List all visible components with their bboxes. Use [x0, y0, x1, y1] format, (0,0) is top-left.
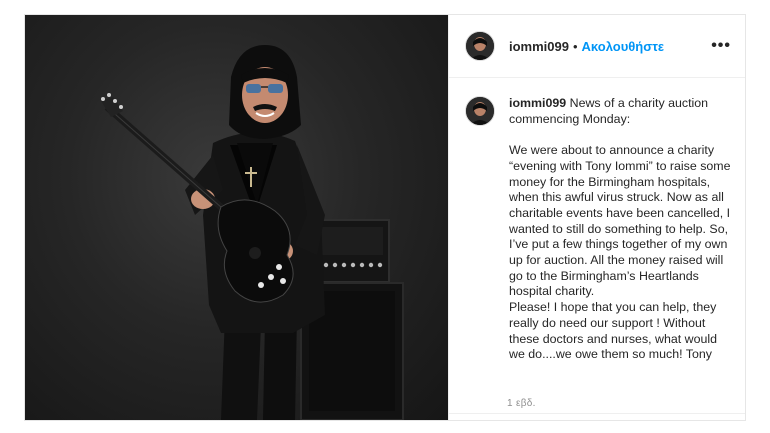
- caption-text: News of a charity auction commencing Mon…: [509, 96, 731, 362]
- separator-dot: •: [572, 38, 578, 54]
- guitarist-photo: [101, 45, 404, 420]
- divider: [449, 413, 745, 414]
- instagram-post: iommi099 • Ακολουθήστε ••• iommi099 News…: [24, 14, 746, 421]
- post-photo[interactable]: [25, 15, 448, 420]
- post-caption: iommi099 News of a charity auction comme…: [449, 78, 745, 363]
- post-header: iommi099 • Ακολουθήστε •••: [449, 15, 745, 78]
- more-horizontal-icon[interactable]: •••: [711, 37, 731, 55]
- avatar[interactable]: [465, 31, 495, 61]
- avatar-image: [466, 32, 494, 60]
- post-sidebar: iommi099 • Ακολουθήστε ••• iommi099 News…: [448, 15, 745, 420]
- username-link[interactable]: iommi099: [509, 39, 569, 54]
- post-timestamp[interactable]: 1 εβδ.: [507, 398, 536, 409]
- caption-avatar-image: [466, 97, 494, 125]
- follow-button[interactable]: Ακολουθήστε: [582, 39, 665, 54]
- caption-text-block: iommi099 News of a charity auction comme…: [509, 96, 731, 363]
- caption-avatar[interactable]: [465, 96, 495, 126]
- caption-username[interactable]: iommi099: [509, 96, 566, 110]
